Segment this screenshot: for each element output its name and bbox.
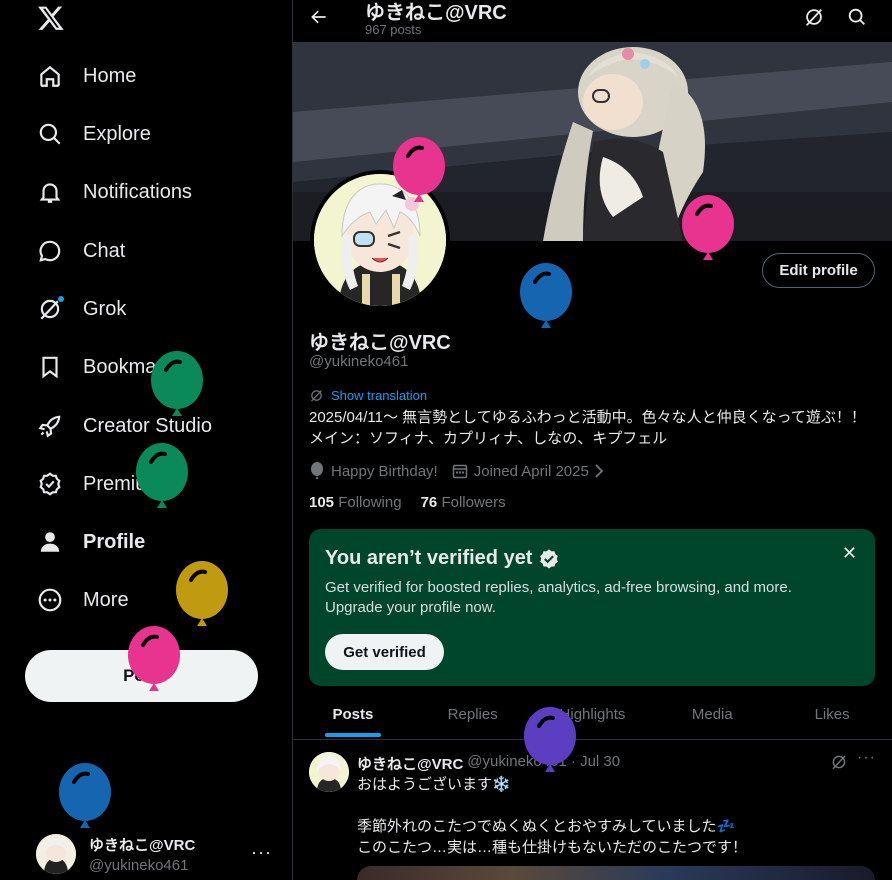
profile-handle: @yukineko461 <box>309 353 409 370</box>
verification-card-title: You aren’t verified yet <box>325 547 560 570</box>
rocket-icon <box>36 412 64 440</box>
grok-icon[interactable] <box>803 6 825 28</box>
sidebar-item-label: Bookmarks <box>83 355 184 378</box>
grok-icon <box>311 390 322 402</box>
sidebar-item-label: Profile <box>83 530 146 553</box>
tab-posts[interactable]: Posts <box>293 690 413 739</box>
tab-replies[interactable]: Replies <box>413 690 533 739</box>
calendar-icon <box>452 464 467 479</box>
balloon-icon <box>311 462 323 479</box>
bio-line: 2025/04/11～ 無言勢としてゆるふわっと活動中。色々な人と仲良くなって遊… <box>309 409 866 426</box>
more-circle-icon <box>36 586 64 614</box>
sidebar-item-creator-studio[interactable]: Creator Studio <box>36 406 212 446</box>
sidebar-item-explore[interactable]: Explore <box>36 114 151 154</box>
home-icon <box>36 62 64 90</box>
show-translation-label: Show translation <box>331 388 428 403</box>
profile-bio: 2025/04/11～ 無言勢としてゆるふわっと活動中。色々な人と仲良くなって遊… <box>309 407 866 449</box>
following-label: Following <box>338 494 402 511</box>
verification-title-text: You aren’t verified yet <box>325 547 533 569</box>
followers-label: Followers <box>441 494 506 511</box>
sidebar: Home Explore Notifications Chat Grok Boo… <box>0 0 292 880</box>
chat-icon <box>36 237 64 265</box>
verification-card-description: Get verified for boosted replies, analyt… <box>325 579 792 616</box>
edit-profile-button[interactable]: Edit profile <box>762 253 875 288</box>
sidebar-item-label: Home <box>83 64 137 87</box>
back-arrow-icon[interactable] <box>309 7 329 27</box>
avatar[interactable] <box>309 752 349 792</box>
more-icon[interactable]: ··· <box>251 842 272 863</box>
search-icon <box>36 120 64 148</box>
birthday-item: Happy Birthday! <box>309 462 438 480</box>
account-handle: @yukineko461 <box>89 857 189 874</box>
verified-badge-icon <box>540 548 559 568</box>
grok-icon <box>36 295 65 323</box>
sidebar-item-chat[interactable]: Chat <box>36 231 125 271</box>
sidebar-item-label: Creator Studio <box>83 414 212 437</box>
verified-icon <box>36 470 64 498</box>
sidebar-item-more[interactable]: More <box>36 580 129 620</box>
sidebar-item-label: Explore <box>83 122 151 145</box>
following-count: 105 <box>309 494 335 511</box>
bookmark-icon <box>36 353 64 381</box>
sidebar-item-label: More <box>83 588 129 611</box>
profile-avatar[interactable] <box>310 170 450 310</box>
tweet-text: おはようございます❄️ 季節外れのこたつでぬくぬくとおやすみしていました💤 この… <box>357 776 748 856</box>
sidebar-item-label: Grok <box>83 297 127 320</box>
grok-icon[interactable] <box>830 753 848 771</box>
tweet-media[interactable] <box>357 866 875 880</box>
profile-header-bar: ゆきねこ@VRC 967 posts <box>293 0 892 42</box>
tweet-handle-date: @yukineko461 · Jul 30 <box>467 753 621 770</box>
account-name: ゆきねこ@VRC <box>89 837 196 854</box>
joined-item[interactable]: Joined April 2025 <box>452 463 610 480</box>
bio-line: メイン：ソフィナ、カプリィナ、しなの、キプフェル <box>309 430 668 447</box>
chevron-right-icon <box>595 464 604 478</box>
more-icon[interactable]: ··· <box>857 749 876 767</box>
bell-icon <box>36 178 64 206</box>
show-translation-link[interactable]: Show translation <box>309 388 427 403</box>
post-count: 967 posts <box>365 22 422 37</box>
sidebar-item-grok[interactable]: Grok <box>36 289 126 329</box>
x-logo-icon[interactable] <box>37 4 65 32</box>
notification-dot <box>57 295 65 303</box>
sidebar-item-label: Chat <box>83 239 126 262</box>
tweet-author-name[interactable]: ゆきねこ@VRC <box>357 753 463 774</box>
profile-meta: Happy Birthday! Joined April 2025 <box>309 462 624 480</box>
search-icon[interactable] <box>846 6 868 28</box>
tab-media[interactable]: Media <box>652 690 772 739</box>
profile-tabs: Posts Replies Highlights Media Likes <box>293 690 892 740</box>
verification-card: You aren’t verified yet ✕ Get verified f… <box>309 529 875 686</box>
tab-likes[interactable]: Likes <box>772 690 892 739</box>
profile-name: ゆきねこ@VRC <box>309 332 451 354</box>
sidebar-item-label: Notifications <box>83 180 192 203</box>
tweet-header: ゆきねこ@VRC @yukineko461 · Jul 30 <box>357 753 620 774</box>
tweet[interactable]: ゆきねこ@VRC @yukineko461 · Jul 30 ··· おはようご… <box>293 741 892 880</box>
following-link[interactable]: 105 Following <box>309 494 402 511</box>
profile-column: ゆきねこ@VRC 967 posts Edit profile ゆきねこ@VRC… <box>293 0 892 880</box>
close-icon[interactable]: ✕ <box>842 543 857 564</box>
joined-text: Joined April 2025 <box>473 462 589 480</box>
account-switcher[interactable]: ゆきねこ@VRC @yukineko461 ··· <box>36 832 276 876</box>
sidebar-item-notifications[interactable]: Notifications <box>36 172 192 212</box>
sidebar-item-bookmarks[interactable]: Bookmarks <box>36 347 183 387</box>
birthday-text: Happy Birthday! <box>331 462 438 480</box>
tab-highlights[interactable]: Highlights <box>533 690 653 739</box>
sidebar-item-label: Premium <box>83 472 164 495</box>
get-verified-button[interactable]: Get verified <box>325 634 444 670</box>
sidebar-item-home[interactable]: Home <box>36 56 136 96</box>
follow-stats: 105 Following 76 Followers <box>309 494 525 511</box>
person-icon <box>36 528 64 556</box>
avatar <box>36 834 76 874</box>
sidebar-item-premium[interactable]: Premium <box>36 464 163 504</box>
sidebar-item-profile[interactable]: Profile <box>36 522 145 562</box>
followers-count: 76 <box>420 494 438 511</box>
followers-link[interactable]: 76 Followers <box>421 494 506 511</box>
post-button[interactable]: Post <box>25 650 258 702</box>
